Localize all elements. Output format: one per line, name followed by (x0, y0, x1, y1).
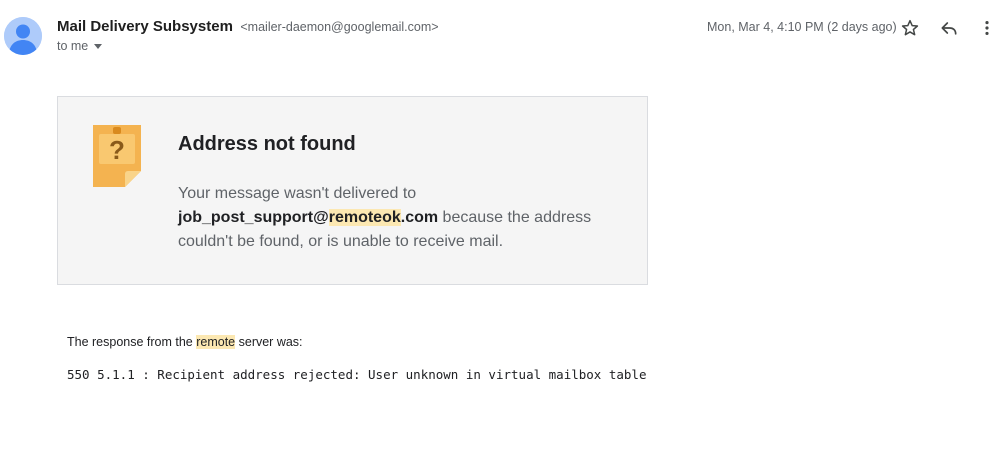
failure-message-prefix: Your message wasn't delivered to (178, 185, 417, 202)
question-note-icon: ? (93, 125, 141, 187)
star-button[interactable] (898, 16, 922, 40)
sender-name[interactable]: Mail Delivery Subsystem (57, 18, 233, 35)
reply-icon (941, 22, 957, 35)
chevron-down-icon (94, 43, 103, 49)
sender-email: <mailer-daemon@googlemail.com> (240, 20, 439, 34)
server-response-code: 550 5.1.1 : Recipient address rejected: … (67, 367, 647, 382)
recipient-label: to me (57, 39, 89, 53)
failure-message: Your message wasn't delivered to job_pos… (178, 182, 633, 254)
recipient-details-toggle[interactable]: to me (57, 39, 103, 53)
message-header: Mail Delivery Subsystem <mailer-daemon@g… (0, 0, 1000, 70)
more-options-button[interactable] (975, 16, 999, 40)
failure-title: Address not found (178, 133, 356, 155)
sender-line: Mail Delivery Subsystem <mailer-daemon@g… (57, 18, 439, 36)
sender-avatar[interactable] (4, 17, 42, 55)
reply-button[interactable] (937, 16, 961, 40)
message-date: Mon, Mar 4, 4:10 PM (2 days ago) (707, 20, 897, 34)
avatar-person-icon (4, 17, 42, 55)
recipient-address-highlight: remoteok (328, 209, 401, 226)
more-vert-icon (985, 21, 989, 35)
recipient-address-user: job_post_support@ (178, 209, 329, 226)
recipient-address-suffix: .com (400, 209, 439, 226)
response-label-suffix: server was: (235, 335, 303, 349)
response-label-prefix: The response from the (67, 335, 197, 349)
server-response-label: The response from the remote server was: (67, 335, 303, 349)
svg-text:?: ? (109, 135, 125, 165)
recipient-address: job_post_support@remoteok.com (178, 209, 438, 226)
delivery-failure-card: ? Address not found Your message wasn't … (57, 96, 648, 285)
response-label-highlight: remote (196, 335, 236, 349)
star-icon (901, 19, 919, 36)
